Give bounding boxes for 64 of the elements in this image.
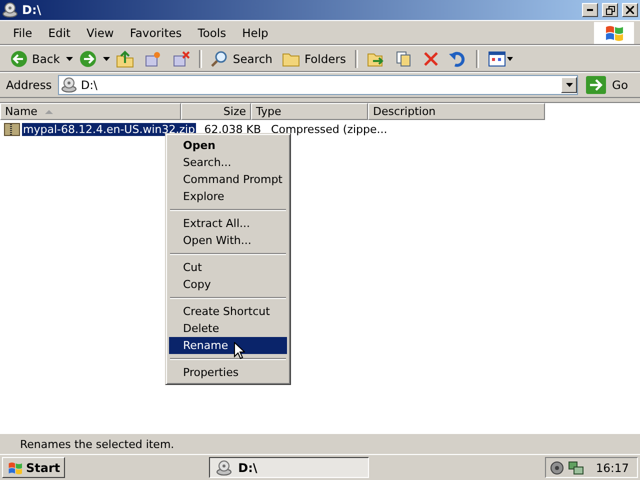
column-header[interactable]: Size (181, 103, 251, 120)
delete-icon (422, 50, 439, 66)
go-button[interactable]: Go (580, 76, 634, 94)
folders-button[interactable]: Folders (278, 48, 350, 70)
caret-icon (566, 83, 573, 87)
menu-item[interactable]: Favorites (122, 24, 189, 42)
dropdown-button[interactable] (561, 77, 578, 93)
search-button[interactable]: Search (206, 48, 276, 70)
pointer-cursor-icon (234, 342, 245, 359)
menu-item[interactable]: Copy (169, 276, 287, 293)
column-header[interactable]: Type (251, 103, 368, 120)
restore-icon (606, 6, 614, 14)
file-type: Compressed (zippe... (270, 122, 384, 136)
menu-item[interactable]: Command Prompt (169, 171, 287, 188)
restore-button[interactable] (602, 3, 618, 17)
minimize-button[interactable] (582, 3, 598, 17)
start-button[interactable]: Start (2, 457, 66, 478)
menu-item[interactable]: Create Shortcut (169, 303, 287, 320)
status-text: Renames the selected item. (20, 438, 174, 450)
caret-icon (102, 56, 110, 60)
zip-folder-icon (4, 122, 20, 136)
menu-item[interactable]: Extract All... (169, 215, 287, 232)
menu-item[interactable]: Explore (169, 188, 287, 205)
search-icon (210, 50, 229, 68)
menu-item[interactable]: Tools (190, 24, 234, 42)
back-button[interactable]: Back (6, 48, 64, 70)
column-header[interactable]: Name (0, 103, 181, 120)
minimize-icon (587, 9, 593, 11)
menu-item[interactable]: Search... (169, 154, 287, 171)
menu-item[interactable]: Help (235, 24, 276, 42)
drive-icon (2, 2, 18, 18)
undo-icon (448, 50, 467, 68)
close-icon (626, 6, 634, 14)
menu-item[interactable]: Delete (169, 320, 287, 337)
column-header[interactable]: Description (368, 103, 545, 120)
menu-item[interactable]: Rename (169, 337, 287, 354)
pages-icon (394, 50, 413, 68)
flag-logo-icon (604, 24, 624, 42)
caret-icon (66, 56, 73, 60)
address-field[interactable]: D:\ (58, 75, 578, 95)
menu-item[interactable]: Properties (169, 364, 287, 381)
menu-item[interactable]: Cut (169, 259, 287, 276)
views-icon (488, 50, 514, 66)
flag-logo-icon (7, 460, 23, 474)
speaker-icon (550, 460, 564, 474)
file-size: 62,038 KB (203, 122, 262, 136)
close-button[interactable] (622, 3, 638, 17)
menu-item[interactable]: Edit (41, 24, 78, 42)
file-name[interactable]: mypal-68.12.4.en-US.win32.zip (22, 122, 196, 136)
drive-icon (60, 77, 77, 93)
folder-icon (282, 50, 300, 66)
folder-up-icon (116, 50, 134, 68)
cube-cross-icon (172, 50, 190, 68)
menu-item[interactable]: File (6, 24, 40, 42)
network-icon (568, 460, 584, 474)
menu-item[interactable]: Open With... (169, 232, 287, 249)
cube-star-icon (144, 50, 162, 68)
address-label: Address (6, 78, 52, 92)
task-button[interactable]: D:\ (209, 457, 370, 478)
window-title: D:\ (22, 3, 42, 17)
menu-item[interactable]: View (80, 24, 121, 42)
menu-item[interactable]: Open (169, 137, 287, 154)
clock: 16:17 (596, 460, 629, 474)
drive-icon (216, 460, 232, 476)
